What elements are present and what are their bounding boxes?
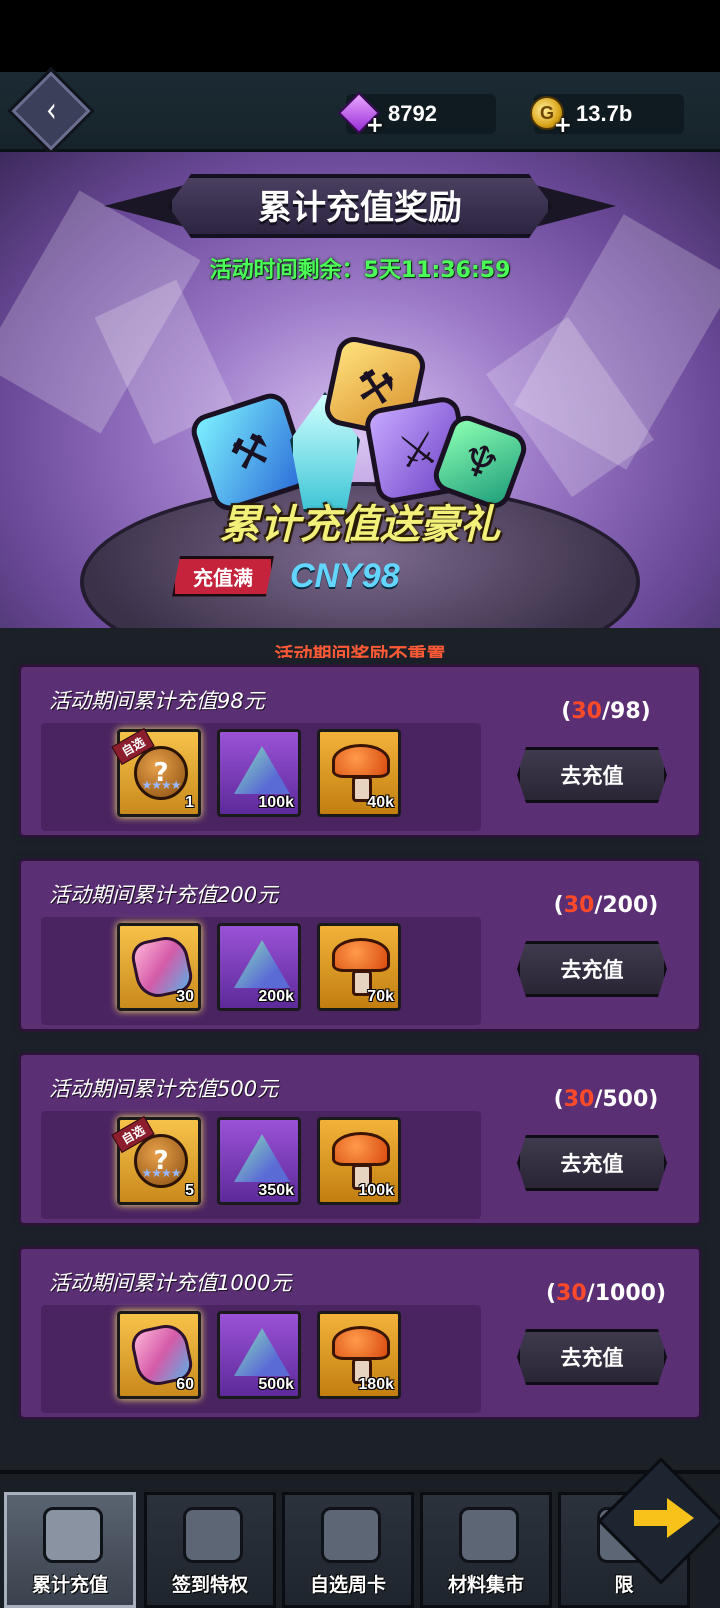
powder-icon: [234, 1328, 290, 1376]
add-gold-icon[interactable]: +: [554, 113, 572, 138]
reward-item[interactable]: 500k: [217, 1311, 301, 1399]
threshold-tag: 充值满: [172, 555, 274, 597]
reward-item[interactable]: 180k: [317, 1311, 401, 1399]
go-recharge-button[interactable]: 去充值: [517, 1135, 667, 1191]
reward-quantity: 40k: [367, 794, 394, 811]
reward-quantity: 70k: [367, 988, 394, 1005]
star-rating: ★★★★: [141, 778, 181, 792]
gift-box-icon: [321, 1507, 381, 1563]
progress-current: 30: [571, 699, 602, 724]
menu-button[interactable]: ᚲ: [7, 67, 95, 155]
reward-quantity: 5: [185, 1182, 194, 1199]
menu-icon: ᚲ: [42, 94, 60, 128]
gold-amount: 13.7b: [576, 101, 633, 126]
reward-item[interactable]: 100k: [217, 729, 301, 817]
reward-item[interactable]: ? ★★★★ 自选 5: [111, 1115, 201, 1205]
reward-tier-card: 活动期间累计充值200元 30 200k 70k (30/200) 去充值: [12, 852, 708, 1038]
tab-item[interactable]: 自选周卡: [282, 1492, 414, 1608]
tier-progress: (30/500): [553, 1087, 659, 1112]
tab-item[interactable]: 累计充值: [4, 1492, 136, 1608]
reward-quantity: 350k: [258, 1182, 294, 1199]
tier-title: 活动期间累计充值1000元: [49, 1271, 292, 1295]
countdown-label: 活动时间剩余：: [209, 258, 364, 283]
reward-tier-card: 活动期间累计充值98元 ? ★★★★ 自选 1 100k 40k (30/98)…: [12, 658, 708, 844]
reward-item[interactable]: 100k: [317, 1117, 401, 1205]
powder-icon: [234, 1134, 290, 1182]
progress-current: 30: [563, 893, 595, 918]
powder-icon: [234, 746, 290, 794]
reward-tier-card: 活动期间累计充值1000元 60 500k 180k (30/1000) 去充值: [12, 1240, 708, 1426]
reward-item[interactable]: 70k: [317, 923, 401, 1011]
reward-item[interactable]: ? ★★★★ 自选 1: [111, 727, 201, 817]
tier-title: 活动期间累计充值200元: [49, 883, 279, 907]
reward-quantity: 60: [176, 1376, 194, 1393]
gem-icon: +: [337, 91, 384, 138]
tab-item[interactable]: 材料集市: [420, 1492, 552, 1608]
recharge-threshold: 充值满 CNY98: [172, 555, 400, 597]
progress-current: 30: [556, 1281, 587, 1306]
tab-label: 自选周卡: [309, 1574, 386, 1596]
gold-coin-icon: G +: [528, 94, 572, 138]
tab-label: 签到特权: [171, 1574, 248, 1596]
reward-quantity: 30: [176, 988, 194, 1005]
gem-amount: 8792: [388, 101, 437, 126]
reward-item[interactable]: 60: [117, 1311, 201, 1399]
progress-target: /500: [594, 1087, 649, 1112]
add-gem-icon[interactable]: +: [366, 113, 384, 138]
progress-target: /98: [601, 699, 641, 724]
mushroom-icon: [332, 938, 390, 972]
reward-quantity: 500k: [258, 1376, 294, 1393]
mushroom-icon: [332, 1132, 390, 1166]
go-recharge-button[interactable]: 去充值: [517, 1329, 667, 1385]
progress-target: /200: [594, 893, 649, 918]
progress-target: /1000: [586, 1281, 656, 1306]
top-bar: ᚲ + 8792 G + 13.7b: [0, 67, 720, 155]
tab-label: 材料集市: [447, 1574, 524, 1596]
tier-progress: (30/200): [553, 893, 659, 918]
reward-list: 活动期间奖励不重置 活动期间累计充值98元 ? ★★★★ 自选 1 100k 4…: [0, 628, 720, 1470]
next-arrow-button[interactable]: [597, 1457, 720, 1585]
promo-text: 累计充值送豪礼: [220, 502, 500, 548]
progress-current: 30: [563, 1087, 595, 1112]
reward-quantity: 200k: [258, 988, 294, 1005]
event-countdown: 活动时间剩余：5天11:36:59: [0, 252, 720, 284]
countdown-value: 5天11:36:59: [363, 258, 511, 283]
star-rating: ★★★★: [141, 1166, 181, 1180]
reward-item[interactable]: 30: [117, 923, 201, 1011]
tier-title: 活动期间累计充值500元: [49, 1077, 279, 1101]
reward-quantity: 1: [185, 794, 194, 811]
threshold-value: CNY98: [290, 556, 400, 595]
mushroom-icon: [332, 744, 390, 778]
go-recharge-button[interactable]: 去充值: [517, 747, 667, 803]
bell-icon: [183, 1507, 243, 1563]
tier-progress: (30/1000): [545, 1281, 666, 1306]
page-title: 累计充值奖励: [258, 188, 462, 228]
status-bar: [0, 0, 720, 72]
tab-label: 累计充值: [31, 1574, 108, 1596]
reward-item[interactable]: 200k: [217, 923, 301, 1011]
tab-item[interactable]: 签到特权: [144, 1492, 276, 1608]
tier-progress: (30/98): [561, 699, 651, 724]
event-banner: 累计充值奖励 活动时间剩余：5天11:36:59 ⚒ ⚒ ⚔ ♆ 累计充值送豪礼…: [0, 152, 720, 628]
discount-tag-icon: [459, 1507, 519, 1563]
reward-tier-card: 活动期间累计充值500元 ? ★★★★ 自选 5 350k 100k (30/5…: [12, 1046, 708, 1232]
reward-quantity: 100k: [358, 1182, 394, 1199]
reward-quantity: 100k: [258, 794, 294, 811]
gem-currency[interactable]: + 8792: [337, 91, 496, 138]
powder-icon: [234, 940, 290, 988]
shield-icon: [43, 1507, 103, 1563]
reward-quantity: 180k: [358, 1376, 394, 1393]
reward-item[interactable]: 40k: [317, 729, 401, 817]
mushroom-icon: [332, 1326, 390, 1360]
go-recharge-button[interactable]: 去充值: [517, 941, 667, 997]
tier-title: 活动期间累计充值98元: [49, 689, 265, 713]
reward-item[interactable]: 350k: [217, 1117, 301, 1205]
gold-currency[interactable]: G + 13.7b: [530, 94, 684, 138]
